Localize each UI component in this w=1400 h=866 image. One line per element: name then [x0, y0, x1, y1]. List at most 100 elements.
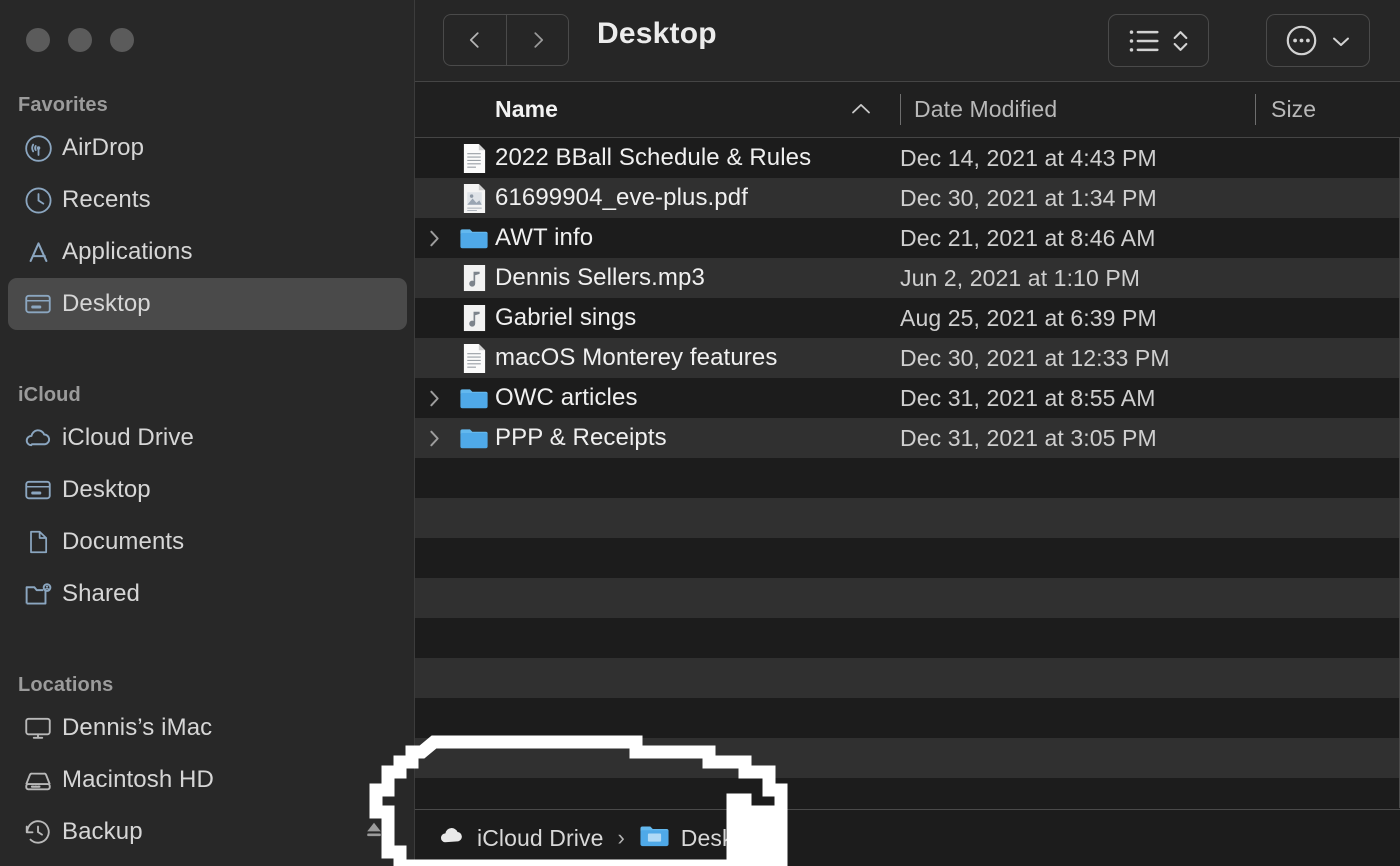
breadcrumb-desktop[interactable]: Desktop: [639, 823, 766, 854]
empty-row[interactable]: [415, 618, 1399, 658]
file-date-modified: Dec 30, 2021 at 1:34 PM: [900, 185, 1157, 212]
sidebar-item-label: Macintosh HD: [62, 766, 214, 794]
disclosure-chevron-icon[interactable]: [415, 229, 453, 248]
breadcrumb-label: Desktop: [681, 825, 766, 852]
file-date-modified: Jun 2, 2021 at 1:10 PM: [900, 265, 1140, 292]
text-document-icon: [461, 143, 488, 174]
folder-icon: [459, 426, 489, 451]
view-options-button[interactable]: [1108, 14, 1209, 67]
breadcrumb-separator: ›: [617, 825, 624, 851]
chevron-right-icon: [527, 25, 549, 55]
navigation-buttons: [443, 14, 569, 66]
sidebar-section-header: iCloud: [0, 378, 415, 412]
sidebar-section-favorites: Favorites AirDrop: [0, 88, 415, 330]
sidebar-item-label: Shared: [62, 580, 140, 608]
empty-row[interactable]: [415, 578, 1399, 618]
desktop-icon: [18, 475, 58, 505]
disclosure-chevron-icon[interactable]: [415, 429, 453, 448]
document-icon: [18, 527, 58, 557]
file-icon: [453, 263, 495, 294]
text-document-icon: [461, 343, 488, 374]
table-row[interactable]: OWC articlesDec 31, 2021 at 8:55 AM: [415, 378, 1399, 418]
zoom-button[interactable]: [110, 28, 134, 52]
column-header-label: Name: [415, 96, 558, 123]
column-divider[interactable]: [900, 94, 901, 125]
file-name: 61699904_eve-plus.pdf: [495, 184, 900, 212]
file-date-modified: Dec 21, 2021 at 8:46 AM: [900, 225, 1155, 252]
file-icon: [453, 143, 495, 174]
eject-icon[interactable]: [363, 819, 385, 846]
file-icon: [453, 386, 495, 411]
folder-glyph: [639, 823, 670, 849]
table-row[interactable]: macOS Monterey featuresDec 30, 2021 at 1…: [415, 338, 1399, 378]
sidebar-item-label: iCloud Drive: [62, 424, 194, 452]
column-header-size[interactable]: Size: [1255, 81, 1400, 138]
table-row[interactable]: PPP & ReceiptsDec 31, 2021 at 3:05 PM: [415, 418, 1399, 458]
timemachine-icon: [18, 817, 58, 847]
file-name: Dennis Sellers.mp3: [495, 264, 900, 292]
page-title: Desktop: [597, 17, 717, 51]
sidebar-item-label: Recents: [62, 186, 151, 214]
audio-file-icon: [461, 263, 488, 294]
sidebar-item-label: Desktop: [62, 476, 151, 504]
column-divider[interactable]: [1255, 94, 1256, 125]
sidebar-item-label: Documents: [62, 528, 184, 556]
disclosure-chevron-icon[interactable]: [415, 389, 453, 408]
action-menu-button[interactable]: [1266, 14, 1370, 67]
sidebar-item-recents[interactable]: Recents: [8, 174, 407, 226]
finder-window: Favorites AirDrop: [0, 0, 1400, 866]
empty-row[interactable]: [415, 658, 1399, 698]
minimize-button[interactable]: [68, 28, 92, 52]
empty-row[interactable]: [415, 698, 1399, 738]
file-date-modified: Dec 14, 2021 at 4:43 PM: [900, 145, 1157, 172]
sidebar-item-label: Backup: [62, 818, 143, 846]
sidebar-item-applications[interactable]: Applications: [8, 226, 407, 278]
sidebar-item-backup[interactable]: Backup: [8, 806, 407, 858]
file-name: AWT info: [495, 224, 900, 252]
sidebar-item-label: AirDrop: [62, 134, 144, 162]
sidebar-item-macintosh-hd[interactable]: Macintosh HD: [8, 754, 407, 806]
empty-row[interactable]: [415, 738, 1399, 778]
sidebar-section-icloud: iCloud iCloud Drive Desktop: [0, 378, 415, 620]
display-icon: [18, 713, 58, 743]
table-row[interactable]: AWT infoDec 21, 2021 at 8:46 AM: [415, 218, 1399, 258]
file-icon: [453, 303, 495, 334]
empty-row[interactable]: [415, 458, 1399, 498]
file-name: 2022 BBall Schedule & Rules: [495, 144, 900, 172]
sidebar-item-documents[interactable]: Documents: [8, 516, 407, 568]
sidebar-item-icloud-desktop[interactable]: Desktop: [8, 464, 407, 516]
table-row[interactable]: 2022 BBall Schedule & RulesDec 14, 2021 …: [415, 138, 1399, 178]
file-name: macOS Monterey features: [495, 344, 900, 372]
column-header-date-modified[interactable]: Date Modified: [900, 81, 1255, 138]
forward-button[interactable]: [506, 14, 569, 66]
sidebar-item-label: Applications: [62, 238, 193, 266]
table-row[interactable]: Gabriel singsAug 25, 2021 at 6:39 PM: [415, 298, 1399, 338]
column-header-name[interactable]: Name: [415, 81, 900, 138]
desktop-icon: [18, 289, 58, 319]
empty-row[interactable]: [415, 498, 1399, 538]
sidebar-item-shared[interactable]: Shared: [8, 568, 407, 620]
sidebar-item-airdrop[interactable]: AirDrop: [8, 122, 407, 174]
sidebar-item-dennis-imac[interactable]: Dennis’s iMac: [8, 702, 407, 754]
breadcrumb-icloud-drive[interactable]: iCloud Drive: [437, 821, 603, 855]
breadcrumb-label: iCloud Drive: [477, 825, 603, 852]
sidebar-item-label: Dennis’s iMac: [62, 714, 212, 742]
file-icon: [453, 343, 495, 374]
chevron-down-icon: [1329, 29, 1353, 53]
sidebar-item-icloud-drive[interactable]: iCloud Drive: [8, 412, 407, 464]
file-list[interactable]: 2022 BBall Schedule & RulesDec 14, 2021 …: [415, 138, 1400, 808]
toolbar: Desktop: [415, 0, 1400, 81]
file-icon: [453, 426, 495, 451]
chevron-up-icon: [849, 99, 873, 118]
column-headers: Name Date Modified Size: [415, 81, 1400, 138]
table-row[interactable]: 61699904_eve-plus.pdfDec 30, 2021 at 1:3…: [415, 178, 1399, 218]
column-header-label: Size: [1255, 96, 1316, 123]
file-icon: [453, 226, 495, 251]
back-button[interactable]: [443, 14, 506, 66]
sidebar-item-label: Desktop: [62, 290, 151, 318]
table-row[interactable]: Dennis Sellers.mp3Jun 2, 2021 at 1:10 PM: [415, 258, 1399, 298]
sidebar-item-desktop[interactable]: Desktop: [8, 278, 407, 330]
sidebar: Favorites AirDrop: [0, 0, 415, 866]
close-button[interactable]: [26, 28, 50, 52]
empty-row[interactable]: [415, 538, 1399, 578]
